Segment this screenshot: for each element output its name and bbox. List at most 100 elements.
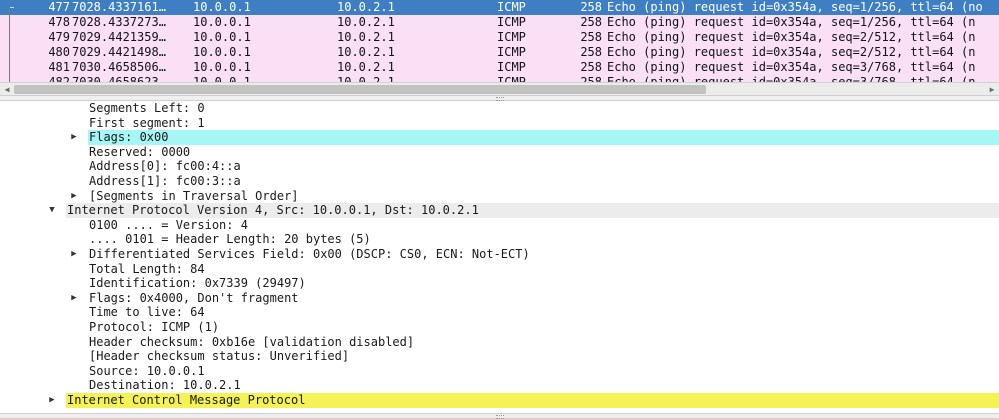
wireshark-window: 477 7028.4337161… 10.0.0.1 10.0.2.1 ICMP 258 E… — [0, 0, 999, 419]
detail-item-label: Protocol: ICMP (1) — [89, 320, 220, 334]
detail-tree-item[interactable]: .... 0101 = Header Length: 20 bytes (5) — [0, 232, 999, 247]
detail-tree-item[interactable]: Total Length: 84 — [0, 262, 999, 277]
packet-row[interactable]: 478 7028.4337273… 10.0.0.1 10.0.2.1 ICMP 258 E… — [0, 15, 999, 30]
packet-info: Echo (ping) request id=0x354a, seq=3/768… — [607, 60, 976, 74]
detail-tree-item[interactable]: Time to live: 64 — [0, 305, 999, 320]
packet-destination: 10.0.2.1 — [337, 15, 395, 29]
packet-time: 7030.4658506… — [72, 60, 166, 74]
packet-row[interactable]: 479 7029.4421359… 10.0.0.1 10.0.2.1 ICMP 258 E… — [0, 30, 999, 45]
packet-destination: 10.0.2.1 — [337, 60, 395, 74]
packet-list-horizontal-scrollbar[interactable]: ◀ ▶ — [0, 82, 999, 96]
packet-row[interactable]: 477 7028.4337161… 10.0.0.1 10.0.2.1 ICMP 258 E… — [0, 0, 999, 15]
packet-protocol: ICMP — [497, 75, 526, 82]
detail-tree-item[interactable]: ▶ Internet Control Message Protocol — [0, 393, 999, 408]
packet-number: 481 — [48, 60, 70, 74]
packet-length: 258 — [580, 60, 602, 74]
packet-row[interactable]: 480 7029.4421498… 10.0.0.1 10.0.2.1 ICMP 258 E… — [0, 45, 999, 60]
packet-number: 478 — [48, 15, 70, 29]
expand-arrow-icon[interactable]: ▶ — [69, 189, 79, 204]
detail-tree-item[interactable]: Reserved: 0000 — [0, 145, 999, 160]
packet-protocol: ICMP — [497, 30, 526, 44]
detail-tree-item[interactable]: ▼ Internet Protocol Version 4, Src: 10.0.… — [0, 203, 999, 218]
packet-number: 482 — [48, 75, 70, 82]
packet-length: 258 — [580, 45, 602, 59]
packet-protocol: ICMP — [497, 15, 526, 29]
packet-destination: 10.0.2.1 — [337, 45, 395, 59]
packet-source: 10.0.0.1 — [193, 0, 251, 14]
scrollbar-thumb[interactable] — [14, 85, 706, 94]
detail-tree-item[interactable]: Header checksum: 0xb16e [validation disa… — [0, 335, 999, 350]
detail-item-label: .... 0101 = Header Length: 20 bytes (5) — [89, 232, 371, 247]
detail-tree-item[interactable]: Segments Left: 0 — [0, 101, 999, 116]
detail-item-label: Segments Left: 0 — [89, 101, 205, 115]
expand-arrow-icon[interactable]: ▶ — [69, 291, 79, 306]
packet-time: 7028.4337161… — [72, 0, 166, 14]
detail-tree-item[interactable]: Destination: 10.0.2.1 — [0, 378, 999, 393]
detail-item-label: [Segments in Traversal Order] — [89, 188, 299, 203]
packet-length: 258 — [580, 0, 602, 14]
packet-time: 7030.4658623… — [72, 75, 166, 82]
packet-length: 258 — [580, 30, 602, 44]
detail-item-label: Address[1]: fc00:3::a — [89, 174, 241, 188]
packet-destination: 10.0.2.1 — [337, 0, 395, 14]
packet-source: 10.0.0.1 — [193, 60, 251, 74]
packet-info: Echo (ping) request id=0x354a, seq=1/256… — [607, 15, 976, 29]
detail-item-label: Internet Control Message Protocol — [66, 393, 999, 408]
detail-item-label: Flags: 0x4000, Don't fragment — [89, 290, 299, 305]
detail-item-label: Reserved: 0000 — [89, 144, 191, 159]
packet-time: 7029.4421498… — [72, 45, 166, 59]
packet-length: 258 — [580, 15, 602, 29]
packet-number: 480 — [48, 45, 70, 59]
expand-arrow-icon[interactable]: ▶ — [47, 393, 57, 408]
detail-item-label: [Header checksum status: Unverified] — [89, 349, 350, 364]
packet-number: 477 — [48, 0, 70, 14]
detail-item-label: Time to live: 64 — [89, 305, 205, 320]
packet-number: 479 — [48, 30, 70, 44]
detail-tree-item[interactable]: ▶ Differentiated Services Field: 0x00 (DS… — [0, 247, 999, 262]
detail-item-label: Header checksum: 0xb16e [validation disa… — [89, 334, 415, 349]
detail-tree-item[interactable]: [Header checksum status: Unverified] — [0, 349, 999, 364]
expand-arrow-icon[interactable]: ▶ — [69, 247, 79, 262]
detail-item-label: Address[0]: fc00:4::a — [89, 159, 241, 174]
detail-item-label: Source: 10.0.0.1 — [89, 363, 205, 378]
collapse-arrow-icon[interactable]: ▼ — [47, 203, 57, 218]
packet-destination: 10.0.2.1 — [337, 75, 395, 82]
detail-tree-item[interactable]: 0100 .... = Version: 4 — [0, 218, 999, 233]
packet-row[interactable]: 481 7030.4658506… 10.0.0.1 10.0.2.1 ICMP 258 E… — [0, 60, 999, 75]
packet-info: Echo (ping) request id=0x354a, seq=3/768… — [607, 75, 976, 82]
detail-tree-item[interactable]: ▶ Flags: 0x4000, Don't fragment — [0, 291, 999, 306]
detail-tree-item[interactable]: First segment: 1 — [0, 116, 999, 131]
detail-item-label: First segment: 1 — [89, 115, 205, 130]
conversation-line — [9, 7, 10, 82]
detail-item-label: Total Length: 84 — [89, 261, 205, 276]
detail-tree-item[interactable]: Identification: 0x7339 (29497) — [0, 276, 999, 291]
packet-protocol: ICMP — [497, 60, 526, 74]
detail-tree-item[interactable]: Protocol: ICMP (1) — [0, 320, 999, 335]
detail-tree-item[interactable]: Source: 10.0.0.1 — [0, 364, 999, 379]
detail-item-label: Flags: 0x00 — [88, 130, 999, 145]
packet-info: Echo (ping) request id=0x354a, seq=1/256… — [607, 0, 983, 14]
detail-tree-item[interactable]: Address[1]: fc00:3::a — [0, 174, 999, 189]
detail-item-label: Differentiated Services Field: 0x00 (DSC… — [89, 247, 530, 261]
splitter-grip-icon — [496, 415, 504, 419]
detail-tree-item[interactable]: ▶ [Segments in Traversal Order] — [0, 189, 999, 204]
detail-item-label: Destination: 10.0.2.1 — [89, 378, 241, 393]
packet-source: 10.0.0.1 — [193, 75, 251, 82]
detail-tree-item[interactable]: ▶ Flags: 0x00 — [0, 130, 999, 145]
packet-protocol: ICMP — [497, 0, 526, 14]
packet-source: 10.0.0.1 — [193, 30, 251, 44]
packet-time: 7029.4421359… — [72, 30, 166, 44]
bottom-pane-splitter[interactable] — [0, 413, 999, 419]
packet-list[interactable]: 477 7028.4337161… 10.0.0.1 10.0.2.1 ICMP 258 E… — [0, 0, 999, 82]
packet-source: 10.0.0.1 — [193, 45, 251, 59]
packet-source: 10.0.0.1 — [193, 15, 251, 29]
packet-info: Echo (ping) request id=0x354a, seq=2/512… — [607, 45, 976, 59]
packet-time: 7028.4337273… — [72, 15, 166, 29]
packet-row[interactable]: 482 7030.4658623… 10.0.0.1 10.0.2.1 ICMP 258 E… — [0, 75, 999, 82]
expand-arrow-icon[interactable]: ▶ — [69, 130, 79, 145]
packet-destination: 10.0.2.1 — [337, 30, 395, 44]
packet-details-tree[interactable]: Segments Left: 0 First segment: 1 ▶ Flags: … — [0, 101, 999, 414]
detail-item-label: Internet Protocol Version 4, Src: 10.0.0… — [66, 203, 999, 218]
detail-tree-item[interactable]: Address[0]: fc00:4::a — [0, 159, 999, 174]
detail-item-label: 0100 .... = Version: 4 — [89, 217, 248, 232]
